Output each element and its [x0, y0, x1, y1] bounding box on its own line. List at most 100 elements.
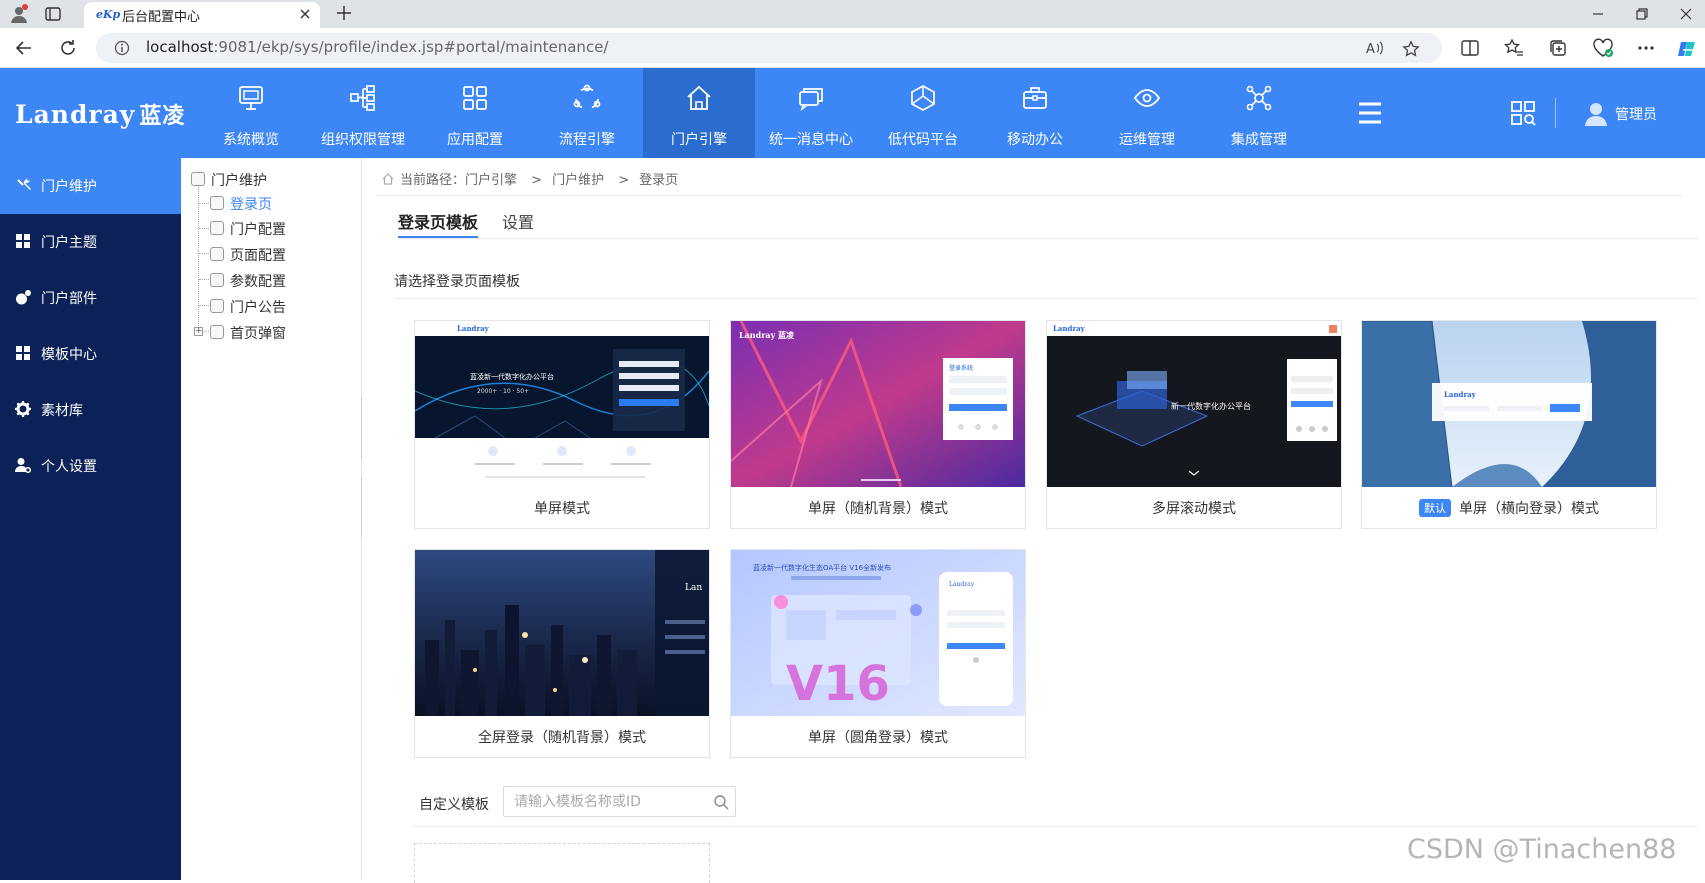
split-screen-icon[interactable]: [1460, 38, 1480, 58]
user-gear-icon: [15, 458, 31, 473]
widget-icon: [16, 290, 31, 305]
message-icon: [799, 88, 823, 112]
nav-item-flow-engine[interactable]: 流程引擎: [531, 68, 643, 158]
tiles-icon: [16, 234, 30, 248]
network-icon: [1246, 85, 1272, 111]
browser-tab-active[interactable]: eKp 后台配置中心: [84, 2, 320, 28]
page-icon: [210, 221, 224, 235]
url-path: :9081/ekp/sys/profile/index.jsp#portal/m…: [213, 38, 609, 56]
template-search-input[interactable]: [514, 792, 704, 812]
eye-icon: [1133, 89, 1161, 107]
nav-item-message-center[interactable]: 统一消息中心: [755, 68, 867, 158]
tab-favicon: eKp: [96, 8, 121, 21]
user-menu[interactable]: 管理员: [1583, 100, 1657, 126]
refresh-icon[interactable]: [58, 38, 78, 58]
template-thumbnail: Landray 新一代数字化办公平台: [1047, 321, 1341, 487]
svg-text:Landray: Landray: [949, 581, 975, 588]
sidebar: 门户维护 门户主题 门户部件 模板中心 素材库 个人设置: [0, 158, 181, 880]
close-tab-icon[interactable]: [298, 7, 312, 21]
breadcrumb-item[interactable]: 门户维护: [552, 173, 604, 188]
copilot-icon[interactable]: [1676, 38, 1698, 60]
close-window-icon[interactable]: [1676, 4, 1696, 24]
svg-text:V16: V16: [786, 656, 890, 712]
tab-settings[interactable]: 设置: [502, 209, 534, 233]
divider: [394, 298, 1698, 299]
svg-text:Landray: Landray: [1053, 324, 1086, 333]
template-card-single-rounded[interactable]: 蓝凌新一代数字化生态OA平台 V16全新发布 V16 Landray 单屏（圆角…: [730, 549, 1026, 758]
default-badge: 默认: [1419, 499, 1451, 517]
flow-cycle-icon: [573, 84, 601, 109]
template-label: 单屏（随机背景）模式: [808, 501, 948, 517]
template-card-single-horizontal[interactable]: Landray 默认 单屏（横向登录）模式: [1361, 320, 1657, 529]
sidebar-item-portal-widget[interactable]: 门户部件: [0, 270, 181, 326]
template-card-multi-scroll[interactable]: Landray 新一代数字化办公平台 多屏滚动模式: [1046, 320, 1342, 529]
section-title: 请选择登录页面模板: [394, 274, 520, 290]
user-name: 管理员: [1615, 107, 1657, 123]
new-tab-icon[interactable]: [334, 3, 354, 23]
tab-title: 后台配置中心: [122, 10, 201, 25]
favorite-star-icon[interactable]: [1402, 40, 1420, 58]
sidebar-item-portal-theme[interactable]: 门户主题: [0, 214, 181, 270]
add-custom-template-card[interactable]: [414, 843, 710, 883]
search-icon[interactable]: [713, 794, 729, 810]
svg-text:Landray: Landray: [457, 324, 490, 333]
sidebar-item-template-center[interactable]: 模板中心: [0, 326, 181, 382]
template-card-fullscreen-random-bg[interactable]: Lan 全屏登录（随机背景）模式: [414, 549, 710, 758]
nav-item-integration[interactable]: 集成管理: [1203, 68, 1315, 158]
page-icon: [210, 247, 224, 261]
performance-icon[interactable]: [1592, 38, 1614, 58]
divider: [412, 826, 1698, 827]
back-icon[interactable]: [14, 38, 34, 58]
tools-icon: [17, 178, 31, 193]
svg-text:蓝凌新一代数字化生态OA平台 V16全新发布: 蓝凌新一代数字化生态OA平台 V16全新发布: [753, 563, 891, 572]
tab-login-templates[interactable]: 登录页模板: [398, 209, 478, 233]
app-search-icon[interactable]: [1510, 100, 1536, 126]
url-field[interactable]: localhost:9081/ekp/sys/profile/index.jsp…: [96, 33, 1442, 63]
svg-text:登录系统: 登录系统: [949, 364, 973, 372]
template-card-single-random-bg[interactable]: Landray 蓝凌 登录系统 单屏（随机背景）模式: [730, 320, 1026, 529]
expand-plus-icon[interactable]: +: [194, 327, 203, 336]
page-icon: [210, 273, 224, 287]
sidebar-item-personal-settings[interactable]: 个人设置: [0, 438, 181, 494]
app-header: Landray 蓝凌 系统概览 组织权限管理 应用配置 流程引擎 门户引擎 统一消…: [0, 68, 1705, 158]
template-search-box[interactable]: [503, 786, 736, 817]
nav-item-mobile-office[interactable]: 移动办公: [979, 68, 1091, 158]
nav-item-system-overview[interactable]: 系统概览: [195, 68, 307, 158]
template-label: 单屏（横向登录）模式: [1459, 501, 1599, 517]
template-thumbnail: 蓝凌新一代数字化生态OA平台 V16全新发布 V16 Landray: [731, 550, 1025, 716]
tab-actions-icon[interactable]: [42, 4, 64, 24]
svg-text:2000+ · 10 · 50+: 2000+ · 10 · 50+: [477, 388, 529, 395]
site-info-icon[interactable]: [114, 40, 130, 56]
template-label: 单屏（圆角登录）模式: [808, 730, 948, 746]
restore-icon[interactable]: [1632, 4, 1652, 24]
nav-item-portal-engine[interactable]: 门户引擎: [643, 68, 755, 158]
folder-icon: [210, 325, 224, 339]
browser-tab-bar: eKp 后台配置中心: [0, 0, 1705, 28]
nav-item-ops[interactable]: 运维管理: [1091, 68, 1203, 158]
main-content: 当前路径：门户引擎 > 门户维护 > 登录页 登录页模板 设置 请选择登录页面模板 …: [362, 158, 1705, 883]
more-options-icon[interactable]: [1636, 38, 1656, 58]
sidebar-item-material-library[interactable]: 素材库: [0, 382, 181, 438]
nav-item-app-config[interactable]: 应用配置: [419, 68, 531, 158]
template-thumbnail: Lan: [415, 550, 709, 716]
template-card-single[interactable]: Landray 蓝凌新一代数字化办公平台 2000+ · 10 · 50+ 单屏…: [414, 320, 710, 529]
minimize-icon[interactable]: [1588, 4, 1608, 24]
landray-logo[interactable]: Landray 蓝凌: [15, 98, 185, 130]
avatar-icon: [1585, 103, 1607, 126]
breadcrumb-item[interactable]: 门户引擎: [465, 173, 517, 188]
nav-item-lowcode[interactable]: 低代码平台: [867, 68, 979, 158]
svg-text:A: A: [1366, 42, 1375, 56]
org-chart-icon: [350, 85, 375, 111]
nav-item-org-permission[interactable]: 组织权限管理: [307, 68, 419, 158]
read-aloud-icon[interactable]: A: [1366, 40, 1384, 56]
briefcase-icon: [1023, 87, 1047, 109]
sidebar-item-portal-maintenance[interactable]: 门户维护: [0, 158, 181, 214]
header-divider: [1555, 98, 1556, 128]
profile-icon[interactable]: [8, 4, 30, 24]
custom-template-label: 自定义模板: [419, 797, 489, 813]
more-menu-icon[interactable]: [1357, 101, 1383, 125]
browser-address-bar: localhost:9081/ekp/sys/profile/index.jsp…: [0, 28, 1705, 68]
collections-icon[interactable]: [1548, 38, 1568, 58]
cube-icon: [911, 85, 935, 111]
favorites-icon[interactable]: [1504, 38, 1524, 58]
